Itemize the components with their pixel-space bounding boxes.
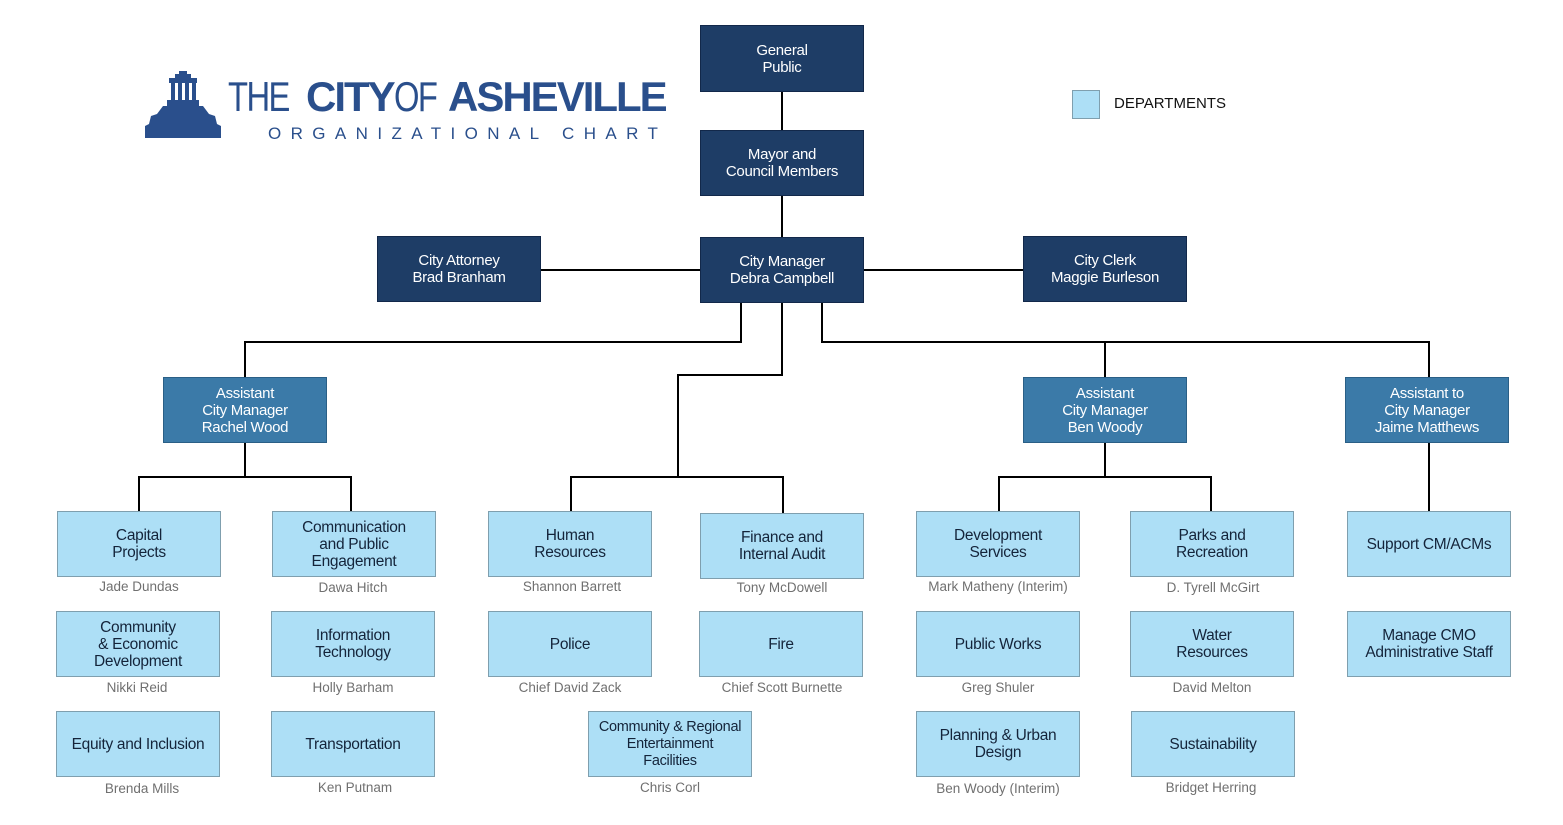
connector bbox=[244, 303, 742, 377]
box-acm-ben-woody[interactable]: Assistant City Manager Ben Woody bbox=[1023, 377, 1187, 443]
dept-box[interactable]: Water Resources bbox=[1130, 611, 1294, 677]
dept-box[interactable]: Information Technology bbox=[271, 611, 435, 677]
logo-title-asheville: ASHEVILLE bbox=[448, 73, 668, 120]
box-city-clerk[interactable]: City Clerk Maggie Burleson bbox=[1023, 236, 1187, 302]
dept-box[interactable]: Support CM/ACMs bbox=[1347, 511, 1511, 577]
dept-box[interactable]: Transportation bbox=[271, 711, 435, 777]
logo-title-the: THE bbox=[228, 73, 290, 120]
dept-box[interactable]: Manage CMO Administrative Staff bbox=[1347, 611, 1511, 677]
legend-swatch-departments bbox=[1072, 90, 1100, 119]
connector bbox=[138, 443, 246, 511]
city-hall-building-icon bbox=[145, 71, 221, 138]
box-general-public[interactable]: General Public bbox=[700, 25, 864, 92]
dept-head: David Melton bbox=[1172, 680, 1252, 695]
box-atcm-jaime-matthews[interactable]: Assistant to City Manager Jaime Matthews bbox=[1345, 377, 1509, 443]
logo-title-city: CITY bbox=[306, 73, 396, 120]
dept-box[interactable]: Communication and Public Engagement bbox=[272, 511, 436, 577]
connector bbox=[570, 476, 784, 513]
dept-box[interactable]: Sustainability bbox=[1131, 711, 1295, 777]
dept-box[interactable]: Equity and Inclusion bbox=[56, 711, 220, 777]
legend-label: DEPARTMENTS bbox=[1114, 95, 1226, 112]
dept-head: Brenda Mills bbox=[104, 781, 180, 796]
dept-box[interactable]: Fire bbox=[699, 611, 863, 677]
dept-head: Bridget Herring bbox=[1165, 780, 1257, 795]
dept-head: Chief David Zack bbox=[518, 680, 622, 695]
dept-box[interactable]: Community & Economic Development bbox=[56, 611, 220, 677]
dept-head: Chris Corl bbox=[639, 780, 700, 795]
dept-head: Jade Dundas bbox=[99, 579, 179, 594]
dept-head: Nikki Reid bbox=[106, 680, 168, 695]
dept-box[interactable]: Police bbox=[488, 611, 652, 677]
connector bbox=[245, 476, 352, 511]
box-acm-rachel-wood[interactable]: Assistant City Manager Rachel Wood bbox=[163, 377, 327, 443]
dept-box[interactable]: Development Services bbox=[916, 511, 1080, 577]
dept-box[interactable]: Human Resources bbox=[488, 511, 652, 577]
connector bbox=[1105, 476, 1212, 511]
dept-box[interactable]: Public Works bbox=[916, 611, 1080, 677]
dept-box[interactable]: Finance and Internal Audit bbox=[700, 513, 864, 579]
connector bbox=[677, 303, 783, 476]
dept-head: Mark Matheny (Interim) bbox=[928, 579, 1068, 594]
dept-head: Ben Woody (Interim) bbox=[936, 781, 1060, 796]
box-mayor-council[interactable]: Mayor and Council Members bbox=[700, 130, 864, 196]
logo-title: THE CITYOF ASHEVILLE bbox=[228, 73, 668, 120]
dept-head: D. Tyrell McGirt bbox=[1166, 580, 1260, 595]
dept-head: Ken Putnam bbox=[317, 780, 393, 795]
logo-subtitle: ORGANIZATIONAL CHART bbox=[268, 124, 668, 143]
logo-title-of: OF bbox=[393, 73, 438, 120]
dept-box[interactable]: Planning & Urban Design bbox=[916, 711, 1080, 777]
dept-head: Greg Shuler bbox=[961, 680, 1035, 695]
dept-box[interactable]: Parks and Recreation bbox=[1130, 511, 1294, 577]
box-city-manager[interactable]: City Manager Debra Campbell bbox=[700, 237, 864, 303]
dept-head: Dawa Hitch bbox=[318, 580, 388, 595]
connector bbox=[821, 303, 1430, 377]
dept-head: Shannon Barrett bbox=[522, 579, 622, 594]
dept-box[interactable]: Capital Projects bbox=[57, 511, 221, 577]
box-city-attorney[interactable]: City Attorney Brad Branham bbox=[377, 236, 541, 302]
dept-head: Holly Barham bbox=[312, 680, 394, 695]
dept-head: Tony McDowell bbox=[736, 580, 828, 595]
dept-head: Chief Scott Burnette bbox=[721, 680, 843, 695]
connector bbox=[998, 443, 1106, 511]
dept-box[interactable]: Community & Regional Entertainment Facil… bbox=[588, 711, 752, 777]
